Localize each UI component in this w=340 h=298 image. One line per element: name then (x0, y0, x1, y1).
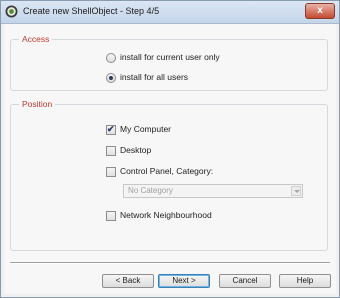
checkbox-network-box[interactable] (106, 211, 116, 221)
access-group-label: Access (19, 34, 53, 44)
title-bar[interactable]: Create new ShellObject - Step 4/5 x (1, 1, 339, 24)
category-select[interactable]: No Category (123, 184, 303, 198)
close-button[interactable]: x (305, 3, 335, 19)
checkbox-desktop-label: Desktop (120, 145, 152, 155)
access-group: Access install for current user only ins… (10, 34, 328, 91)
checkbox-my-computer-label: My Computer (120, 124, 172, 134)
help-button[interactable]: Help (279, 274, 331, 288)
radio-current-user-label: install for current user only (120, 52, 220, 62)
close-icon: x (317, 5, 323, 16)
radio-current-user-circle[interactable] (106, 53, 116, 63)
dialog-body: Access install for current user only ins… (4, 24, 336, 294)
window-title: Create new ShellObject - Step 4/5 (23, 6, 160, 16)
position-group: Position ✔ My Computer Desktop Control P… (10, 99, 328, 251)
position-group-label: Position (19, 99, 56, 109)
chevron-down-icon[interactable] (291, 186, 301, 196)
checkmark-icon: ✔ (107, 124, 115, 134)
next-button[interactable]: Next > (158, 274, 210, 288)
footer-separator (10, 262, 330, 264)
checkbox-control-panel-label: Control Panel, Category: (120, 166, 214, 176)
back-button[interactable]: < Back (102, 274, 154, 288)
radio-all-users-label: install for all users (120, 72, 189, 82)
checkbox-desktop-box[interactable] (106, 146, 116, 156)
checkbox-network-label: Network Neighbourhood (120, 210, 212, 220)
dialog-window: Create new ShellObject - Step 4/5 x Acce… (0, 0, 340, 298)
radio-all-users-circle[interactable] (106, 73, 116, 83)
app-icon (5, 5, 18, 18)
checkbox-control-panel-box[interactable] (106, 167, 116, 177)
checkbox-my-computer-box[interactable]: ✔ (106, 124, 116, 135)
category-select-value: No Category (128, 186, 173, 195)
cancel-button[interactable]: Cancel (219, 274, 271, 288)
